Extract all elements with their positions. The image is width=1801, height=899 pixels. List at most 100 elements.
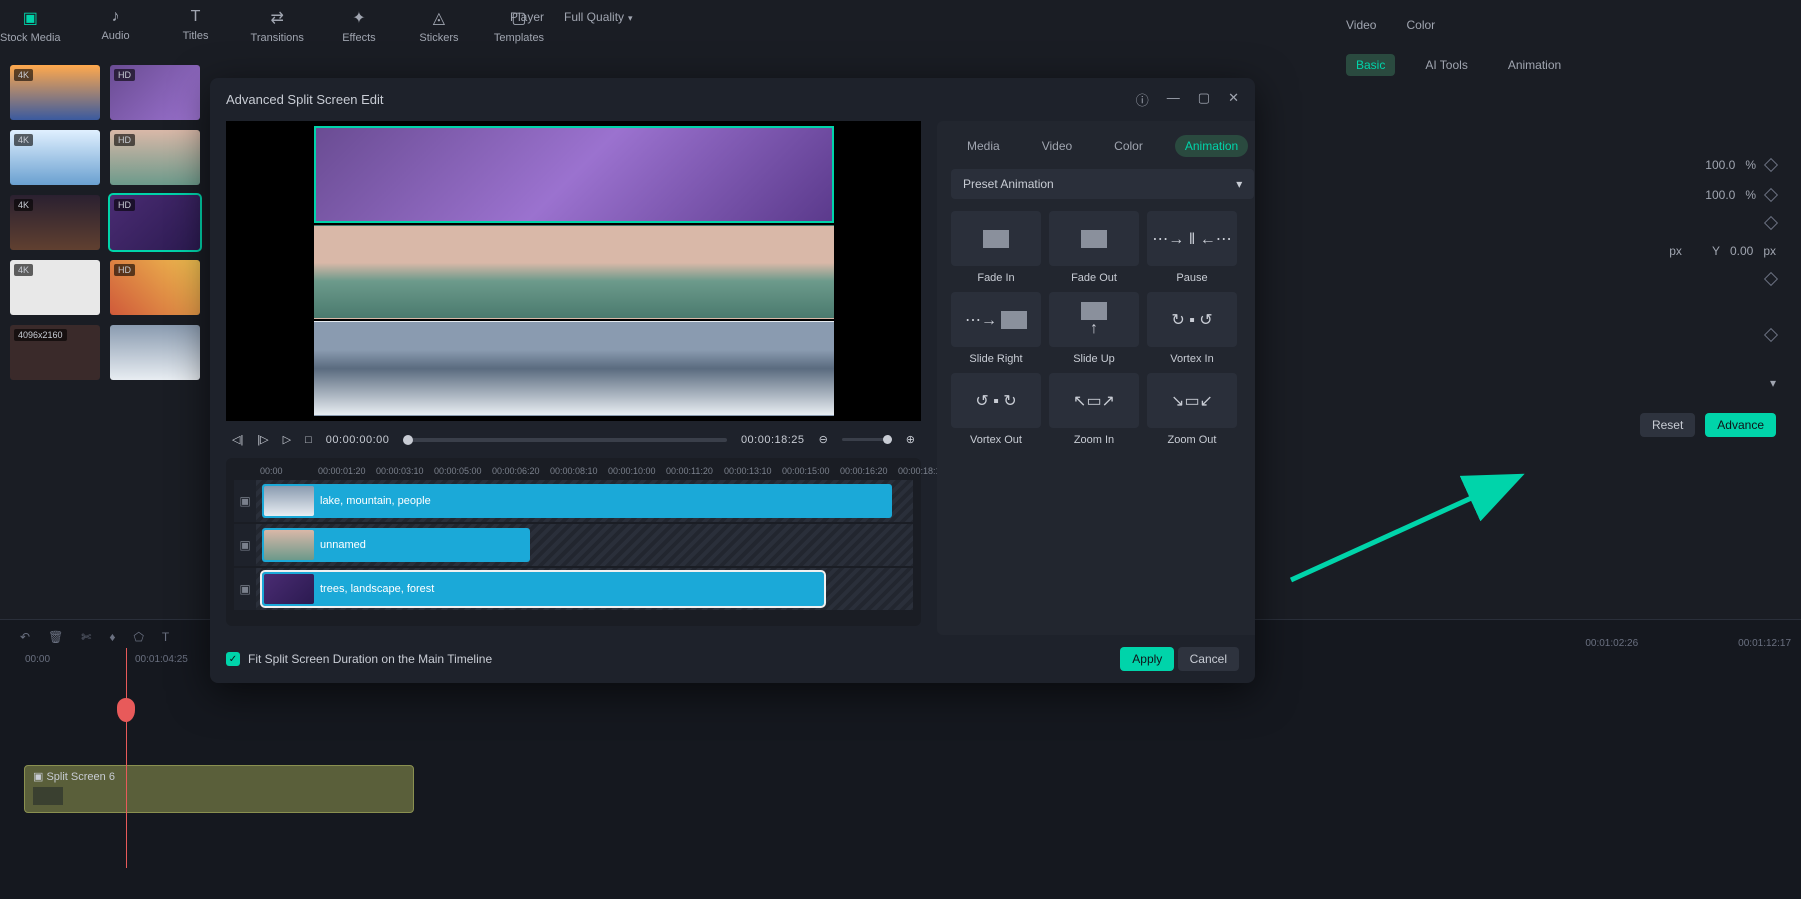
- timecode-current: 00:00:00:00: [326, 434, 390, 446]
- minimize-icon[interactable]: —: [1167, 90, 1180, 109]
- marker-icon[interactable]: ♦: [109, 630, 115, 644]
- anim-label: Slide Right: [951, 353, 1041, 365]
- tool-stickers[interactable]: ◬ Stickers: [414, 8, 464, 44]
- media-thumb[interactable]: 4K: [10, 260, 100, 315]
- clip[interactable]: trees, landscape, forest: [262, 572, 824, 606]
- keyframe-icon[interactable]: [1764, 158, 1778, 172]
- prop-row-dropdown[interactable]: ▾: [1336, 368, 1786, 398]
- keyframe-icon[interactable]: [1764, 216, 1778, 230]
- tool-stock-media[interactable]: ▣ Stock Media: [0, 8, 61, 44]
- modal-ruler[interactable]: 00:00 00:00:01:20 00:00:03:10 00:00:05:0…: [230, 466, 917, 480]
- split-pane-2[interactable]: [314, 225, 834, 320]
- close-icon[interactable]: ✕: [1228, 90, 1239, 109]
- tab-color[interactable]: Color: [1104, 135, 1153, 157]
- clip[interactable]: unnamed: [262, 528, 530, 562]
- tab-media[interactable]: Media: [957, 135, 1010, 157]
- preview-box[interactable]: [226, 121, 921, 421]
- clip[interactable]: lake, mountain, people: [262, 484, 892, 518]
- play-icon[interactable]: ▷: [283, 433, 291, 446]
- media-thumb[interactable]: 4K: [10, 195, 100, 250]
- media-thumb[interactable]: HD: [110, 130, 200, 185]
- ruler-mark: 00:00:15:00: [782, 466, 840, 476]
- media-thumb[interactable]: 4096x2160: [10, 325, 100, 380]
- preset-dropdown[interactable]: Preset Animation ▾: [951, 169, 1254, 199]
- anim-fade-in[interactable]: Fade In: [951, 211, 1041, 284]
- text-icon[interactable]: T: [162, 630, 169, 644]
- subtab-animation[interactable]: Animation: [1498, 54, 1571, 76]
- value[interactable]: 100.0: [1705, 188, 1735, 202]
- anim-vortex-in[interactable]: ↻ ▪ ↺Vortex In: [1147, 292, 1237, 365]
- prev-frame-icon[interactable]: ◁|: [232, 433, 243, 446]
- chevron-down-icon: ▾: [1770, 376, 1776, 390]
- track-row[interactable]: ▣ lake, mountain, people: [234, 480, 913, 522]
- tool-label: Audio: [101, 30, 129, 42]
- anim-label: Zoom Out: [1147, 434, 1237, 446]
- media-thumb[interactable]: [110, 325, 200, 380]
- btn-panel: Reset Advance: [1336, 398, 1786, 452]
- tool-audio[interactable]: ♪ Audio: [91, 8, 141, 42]
- anim-zoom-in[interactable]: ↖▭↗Zoom In: [1049, 373, 1139, 446]
- keyframe-icon[interactable]: [1764, 188, 1778, 202]
- anim-label: Fade Out: [1049, 272, 1139, 284]
- seek-handle[interactable]: [403, 435, 413, 445]
- value[interactable]: 0.00: [1730, 244, 1753, 258]
- stop-icon[interactable]: □: [305, 434, 312, 446]
- tag-icon[interactable]: ⬠: [133, 630, 143, 644]
- subtab-ai-tools[interactable]: AI Tools: [1415, 54, 1477, 76]
- next-frame-icon[interactable]: |▷: [257, 433, 268, 446]
- track-row[interactable]: ▣ trees, landscape, forest: [234, 568, 913, 610]
- undo-icon[interactable]: ↶: [20, 630, 30, 644]
- cancel-button[interactable]: Cancel: [1178, 647, 1239, 671]
- titles-icon: T: [191, 8, 201, 26]
- anim-pause[interactable]: ⋯→ ‖ ←⋯Pause: [1147, 211, 1237, 284]
- split-pane-1[interactable]: [314, 126, 834, 223]
- advance-button[interactable]: Advance: [1705, 413, 1776, 437]
- subtab-basic[interactable]: Basic: [1346, 54, 1395, 76]
- apply-button[interactable]: Apply: [1120, 647, 1174, 671]
- split-pane-3[interactable]: [314, 321, 834, 416]
- anim-zoom-out[interactable]: ↘▭↙Zoom Out: [1147, 373, 1237, 446]
- res-badge: HD: [114, 264, 135, 276]
- tool-effects[interactable]: ✦ Effects: [334, 8, 384, 44]
- keyframe-icon[interactable]: [1764, 328, 1778, 342]
- tool-transitions[interactable]: ⇄ Transitions: [251, 8, 304, 44]
- tool-titles[interactable]: T Titles: [171, 8, 221, 42]
- media-thumb[interactable]: 4K: [10, 65, 100, 120]
- media-thumb[interactable]: 4K: [10, 130, 100, 185]
- right-panel: Video Color Basic AI Tools Animation 100…: [1321, 0, 1801, 462]
- clip-thumb: [264, 530, 314, 560]
- zoom-out-icon[interactable]: ⊖: [819, 433, 828, 446]
- anim-slide-up[interactable]: ↑Slide Up: [1049, 292, 1139, 365]
- quality-dropdown[interactable]: Full Quality▾: [564, 10, 633, 24]
- reset-button[interactable]: Reset: [1640, 413, 1695, 437]
- fit-duration-checkbox[interactable]: ✓ Fit Split Screen Duration on the Main …: [226, 652, 492, 666]
- prop-row: 100.0 %: [1336, 150, 1786, 180]
- timeline-track[interactable]: ▣ Split Screen 6: [24, 765, 1777, 813]
- keyframe-icon[interactable]: [1764, 272, 1778, 286]
- media-thumb[interactable]: HD: [110, 260, 200, 315]
- tab-video[interactable]: Video: [1346, 18, 1376, 32]
- zoom-in-icon[interactable]: ⊕: [906, 433, 915, 446]
- tab-video[interactable]: Video: [1032, 135, 1082, 157]
- help-icon[interactable]: ⓘ: [1136, 90, 1149, 109]
- media-thumb[interactable]: HD: [110, 65, 200, 120]
- seek-bar[interactable]: [403, 438, 727, 442]
- tab-color[interactable]: Color: [1406, 18, 1435, 32]
- playhead[interactable]: [126, 648, 127, 868]
- anim-slide-right[interactable]: ⋯→ Slide Right: [951, 292, 1041, 365]
- media-thumb[interactable]: HD: [110, 195, 200, 250]
- clip-split-screen[interactable]: ▣ Split Screen 6: [24, 765, 414, 813]
- value[interactable]: 100.0: [1705, 158, 1735, 172]
- res-badge: 4K: [14, 264, 33, 276]
- anim-vortex-out[interactable]: ↺ ▪ ↻Vortex Out: [951, 373, 1041, 446]
- track-row[interactable]: ▣ unnamed: [234, 524, 913, 566]
- anim-fade-out[interactable]: Fade Out: [1049, 211, 1139, 284]
- cut-icon[interactable]: ✄: [81, 630, 91, 644]
- effects-icon: ✦: [352, 8, 365, 28]
- zoom-slider[interactable]: [842, 438, 892, 441]
- trash-icon[interactable]: 🗑: [48, 630, 63, 644]
- tab-animation[interactable]: Animation: [1175, 135, 1248, 157]
- track-icon: ▣: [234, 480, 256, 522]
- preview-column: ◁| |▷ ▷ □ 00:00:00:00 00:00:18:25 ⊖ ⊕ 00…: [226, 121, 921, 635]
- maximize-icon[interactable]: ▢: [1198, 90, 1210, 109]
